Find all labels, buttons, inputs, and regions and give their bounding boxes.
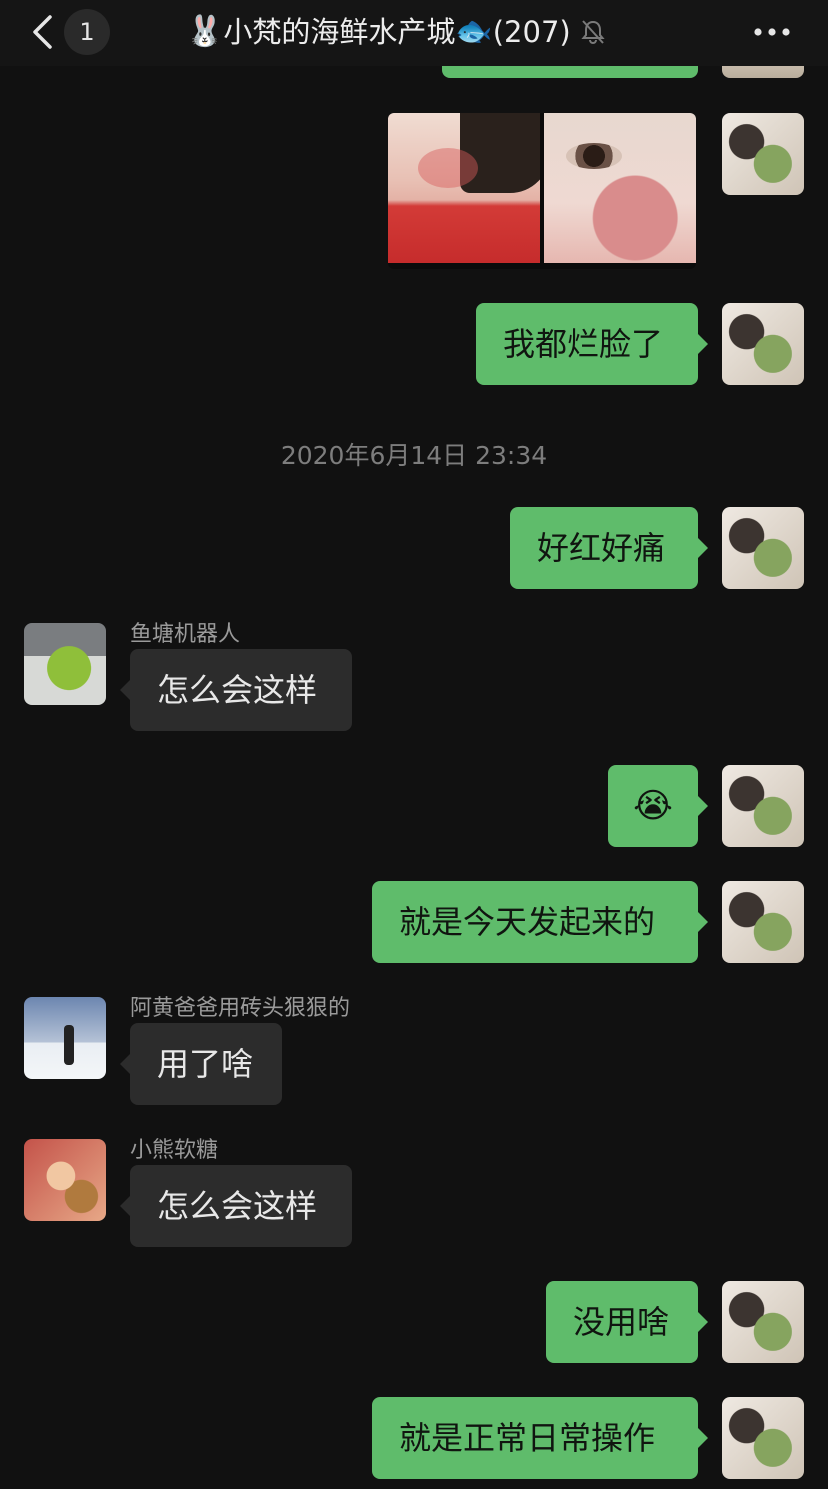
self-avatar[interactable] (722, 1281, 804, 1363)
back-chevron-icon[interactable] (28, 14, 58, 50)
bubble-tail (120, 1196, 130, 1216)
self-avatar[interactable] (722, 113, 804, 195)
bubble-tail (698, 538, 708, 558)
bubble-tail (698, 1428, 708, 1448)
robot-avatar[interactable] (24, 623, 106, 705)
bubble-tail (698, 912, 708, 932)
self-avatar[interactable] (722, 303, 804, 385)
message-bubble-incoming[interactable]: 用了啥 (130, 1023, 282, 1105)
face-photo-2 (544, 113, 696, 263)
chat-header: 1 🐰 小梵的海鲜水产城 🐟 (207) (0, 0, 828, 66)
cartoon-girl-avatar[interactable] (24, 1139, 106, 1221)
message-bubble-incoming[interactable]: 怎么会这样 (130, 1165, 352, 1247)
unread-count-badge[interactable]: 1 (64, 9, 110, 55)
bubble-tail (120, 1054, 130, 1074)
message-bubble-outgoing[interactable]: 没用啥 (546, 1281, 698, 1363)
sender-name: 鱼塘机器人 (130, 622, 241, 647)
self-avatar[interactable] (722, 765, 804, 847)
chat-timestamp: 2020年6月14日 23:34 (280, 441, 548, 470)
message-bubble-outgoing[interactable]: 就是今天发起来的 (372, 881, 698, 963)
bubble-tail (698, 1312, 708, 1332)
self-avatar[interactable] (722, 507, 804, 589)
message-bubble-incoming[interactable]: 怎么会这样 (130, 649, 352, 731)
fish-emoji: 🐟 (455, 14, 493, 49)
chat-title[interactable]: 🐰 小梵的海鲜水产城 🐟 (207) (186, 10, 607, 54)
bubble-tail (698, 796, 708, 816)
message-bubble-outgoing[interactable]: 我都烂脸了 (476, 303, 698, 385)
bubble-tail (120, 680, 130, 700)
mute-bell-icon (581, 20, 605, 45)
message-bubble-outgoing[interactable]: 就是正常日常操作 (372, 1397, 698, 1479)
group-name: 小梵的海鲜水产城 (223, 15, 456, 49)
more-options-icon[interactable] (752, 20, 792, 44)
rabbit-emoji: 🐰 (186, 14, 224, 49)
emoji-message-bubble[interactable]: 😭 (608, 765, 698, 847)
photo-message[interactable] (388, 113, 696, 269)
self-avatar[interactable] (722, 881, 804, 963)
sender-name: 小熊软糖 (130, 1138, 219, 1163)
member-count: (207) (492, 15, 571, 49)
skier-avatar[interactable] (24, 997, 106, 1079)
sender-name: 阿黄爸爸用砖头狠狠的 (130, 996, 351, 1021)
bubble-tail (698, 334, 708, 354)
face-photo-1 (388, 113, 540, 263)
self-avatar[interactable] (722, 1397, 804, 1479)
crying-face-emoji: 😭 (633, 786, 673, 826)
message-bubble-outgoing[interactable]: 好红好痛 (510, 507, 698, 589)
